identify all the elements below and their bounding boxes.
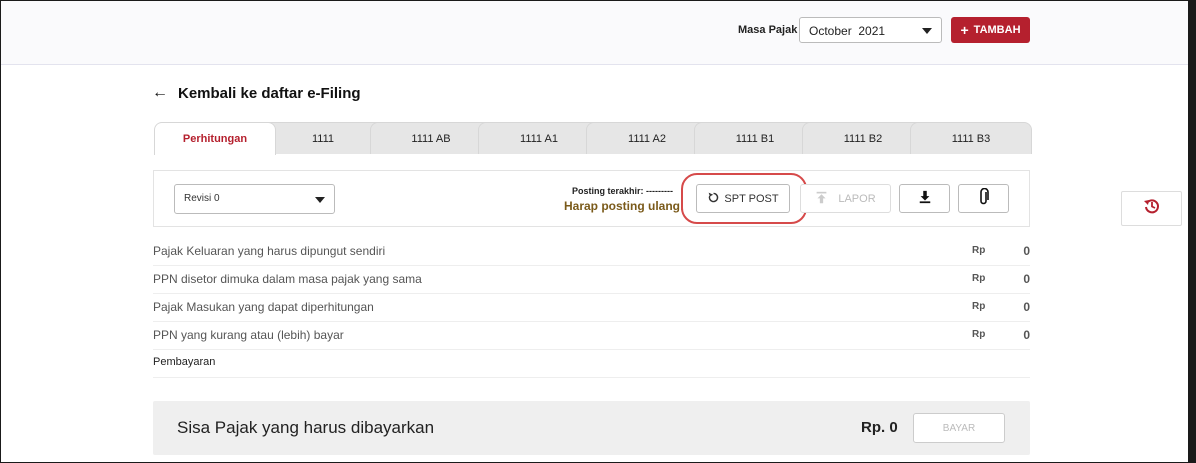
attach-button[interactable] [958, 184, 1009, 213]
row-value: 0 [1023, 300, 1030, 314]
posting-warning: Harap posting ulang! [564, 199, 684, 213]
paperclip-icon [977, 187, 991, 209]
tab-label: 1111 [311, 132, 335, 145]
back-label: Kembali ke daftar e-Filing [178, 84, 361, 102]
list-item: PPN yang kurang atau (lebih) bayar Rp 0 [153, 322, 1030, 350]
row-label: PPN disetor dimuka dalam masa pajak yang… [153, 272, 422, 286]
tab-1111-a1[interactable]: 1111 A1 [478, 122, 600, 154]
spt-post-button[interactable]: SPT POST [696, 184, 790, 213]
masa-pajak-label: Masa Pajak [738, 24, 798, 36]
sisa-pajak-label: Sisa Pajak yang harus dibayarkan [177, 418, 435, 437]
top-bar: Masa Pajak October 2021 + TAMBAH [1, 1, 1188, 65]
tab-1111-b1[interactable]: 1111 B1 [694, 122, 816, 154]
tab-label: 1111 B3 [951, 132, 991, 145]
tab-bar: Perhitungan 1111 1111 AB 1111 A1 1111 A2… [154, 122, 1032, 155]
upload-icon [815, 191, 828, 207]
bayar-button[interactable]: BAYAR [913, 413, 1005, 443]
tab-label: 1111 B1 [735, 132, 775, 145]
tab-label: 1111 B2 [843, 132, 883, 145]
plus-icon: + [960, 22, 969, 38]
tab-label: 1111 A2 [628, 132, 666, 145]
history-icon [1143, 197, 1161, 220]
tab-1111-a2[interactable]: 1111 A2 [586, 122, 708, 154]
summary-list: Pajak Keluaran yang harus dipungut sendi… [153, 238, 1030, 378]
row-label: PPN yang kurang atau (lebih) bayar [153, 328, 344, 342]
posting-terakhir-label: Posting terakhir: --------- [572, 186, 673, 196]
pembayaran-row: Pembayaran [153, 350, 1030, 378]
row-currency: Rp [972, 301, 986, 312]
row-value: 0 [1023, 244, 1030, 258]
download-button[interactable] [899, 184, 950, 213]
list-item: Pajak Keluaran yang harus dipungut sendi… [153, 238, 1030, 266]
chevron-down-icon [315, 197, 325, 203]
arrow-left-icon: ← [152, 84, 168, 101]
tab-1111-b2[interactable]: 1111 B2 [802, 122, 924, 154]
chevron-down-icon [922, 28, 932, 34]
list-item: PPN disetor dimuka dalam masa pajak yang… [153, 266, 1030, 294]
back-link[interactable]: ← Kembali ke daftar e-Filing [152, 84, 361, 102]
history-button[interactable] [1121, 191, 1182, 226]
tab-1111-b3[interactable]: 1111 B3 [910, 122, 1032, 154]
period-value: October 2021 [809, 24, 886, 38]
row-currency: Rp [972, 329, 986, 340]
sisa-pajak-amount: Rp. 0 [861, 419, 898, 436]
sisa-pajak-panel: Sisa Pajak yang harus dibayarkan Rp. 0 B… [153, 401, 1030, 455]
row-currency: Rp [972, 245, 986, 256]
revisi-value: Revisi 0 [184, 193, 220, 204]
row-label: Pajak Keluaran yang harus dipungut sendi… [153, 244, 386, 258]
tab-1111[interactable]: 1111 [262, 122, 384, 154]
row-value: 0 [1023, 328, 1030, 342]
tambah-label: TAMBAH [973, 24, 1021, 36]
refresh-icon [707, 191, 720, 207]
download-icon [918, 190, 932, 207]
toolbar-panel: Revisi 0 Posting terakhir: --------- Har… [153, 170, 1030, 227]
app-window: Masa Pajak October 2021 + TAMBAH ← Kemba… [0, 0, 1196, 463]
revisi-select[interactable]: Revisi 0 [174, 184, 335, 214]
tab-label: Perhitungan [182, 133, 248, 145]
bayar-label: BAYAR [942, 422, 976, 434]
pembayaran-label: Pembayaran [153, 356, 216, 368]
lapor-button[interactable]: LAPOR [800, 184, 891, 213]
lapor-label: LAPOR [838, 192, 876, 205]
period-select[interactable]: October 2021 [799, 17, 942, 43]
row-label: Pajak Masukan yang dapat diperhitungan [153, 300, 374, 314]
tab-1111-ab[interactable]: 1111 AB [370, 122, 492, 154]
row-value: 0 [1023, 272, 1030, 286]
list-item: Pajak Masukan yang dapat diperhitungan R… [153, 294, 1030, 322]
row-currency: Rp [972, 273, 986, 284]
spt-post-label: SPT POST [724, 192, 779, 205]
tab-label: 1111 AB [411, 132, 451, 145]
tab-label: 1111 A1 [520, 132, 558, 145]
tambah-button[interactable]: + TAMBAH [951, 17, 1030, 43]
tab-perhitungan[interactable]: Perhitungan [154, 122, 276, 155]
